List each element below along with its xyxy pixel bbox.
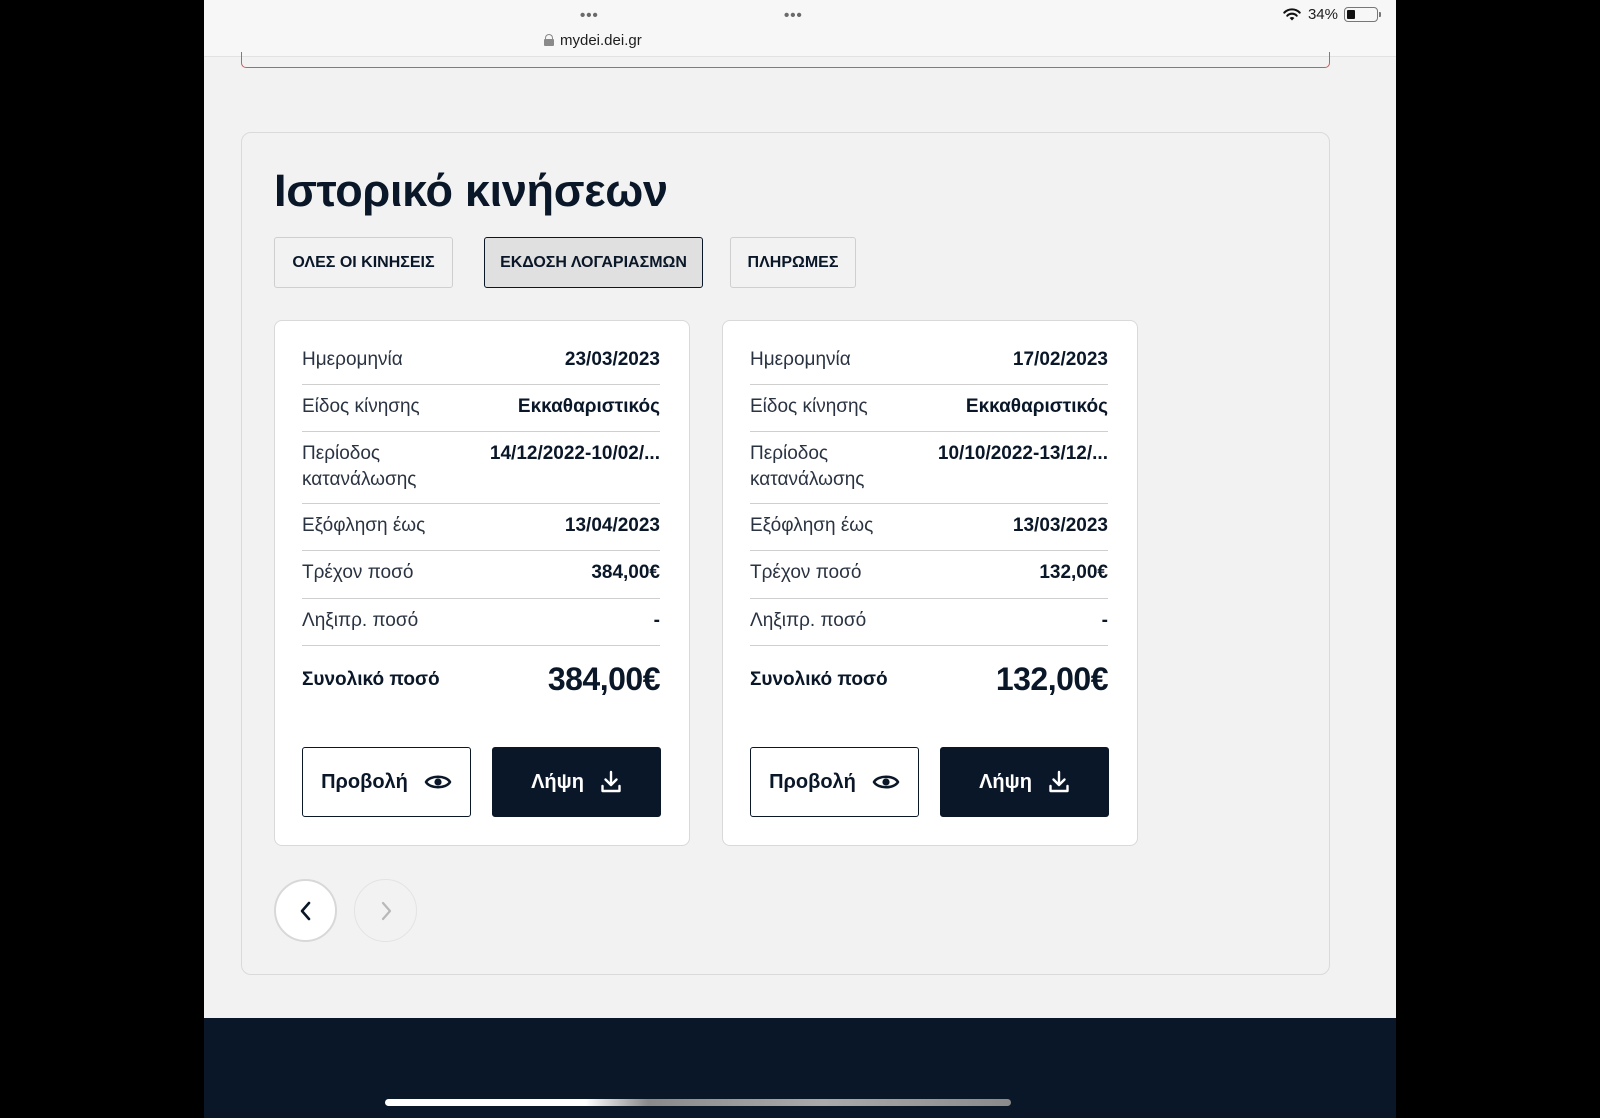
browser-viewport: ••• ••• mydei.dei.gr 34% Ιστορικό κινήσε… <box>204 0 1396 1118</box>
row-total: Συνολικό ποσό 132,00€ <box>750 661 1109 698</box>
download-button-label: Λήψη <box>979 770 1032 793</box>
bill-card: Ημερομηνία 23/03/2023 Είδος κίνησης Εκκα… <box>274 320 690 846</box>
download-icon <box>601 770 621 793</box>
date-label: Ημερομηνία <box>750 349 851 370</box>
current-value: 132,00€ <box>1039 562 1108 583</box>
current-label: Τρέχον ποσό <box>750 562 862 583</box>
due-label: Εξόφληση έως <box>750 515 874 536</box>
current-label: Τρέχον ποσό <box>302 562 414 583</box>
divider <box>750 384 1108 385</box>
battery-icon <box>1344 7 1381 22</box>
type-label: Είδος κίνησης <box>750 396 868 417</box>
transaction-history-panel: Ιστορικό κινήσεων ΟΛΕΣ ΟΙ ΚΙΝΗΣΕΙΣ ΕΚΔΟΣ… <box>241 132 1330 975</box>
alert-box-bottom-edge <box>241 52 1330 68</box>
multitask-dots-icon[interactable]: ••• <box>580 8 599 23</box>
type-value: Εκκαθαριστικός <box>965 396 1108 417</box>
overdue-value: - <box>1101 610 1108 631</box>
row-current: Τρέχον ποσό 384,00€ <box>302 560 660 586</box>
address-bar[interactable]: mydei.dei.gr <box>544 30 642 50</box>
row-total: Συνολικό ποσό 384,00€ <box>302 661 661 698</box>
tab-all-transactions[interactable]: ΟΛΕΣ ΟΙ ΚΙΝΗΣΕΙΣ <box>274 237 453 288</box>
eye-icon <box>872 775 900 789</box>
row-due: Εξόφληση έως 13/04/2023 <box>302 513 660 539</box>
type-value: Εκκαθαριστικός <box>517 396 660 417</box>
divider <box>750 598 1108 599</box>
row-due: Εξόφληση έως 13/03/2023 <box>750 513 1108 539</box>
tab-bill-issuance[interactable]: ΕΚΔΟΣΗ ΛΟΓΑΡΙΑΣΜΩΝ <box>484 237 703 288</box>
period-value: 10/10/2022-13/12/... <box>937 443 1108 464</box>
overdue-value: - <box>653 610 660 631</box>
due-value: 13/03/2023 <box>1012 515 1108 536</box>
row-current: Τρέχον ποσό 132,00€ <box>750 560 1108 586</box>
row-type: Είδος κίνησης Εκκαθαριστικός <box>750 394 1108 420</box>
due-value: 13/04/2023 <box>564 515 660 536</box>
date-label: Ημερομηνία <box>302 349 403 370</box>
view-button-label: Προβολή <box>769 770 856 793</box>
total-value: 132,00€ <box>995 661 1109 697</box>
row-type: Είδος κίνησης Εκκαθαριστικός <box>302 394 660 420</box>
period-value: 14/12/2022-10/02/... <box>489 443 660 464</box>
total-label: Συνολικό ποσό <box>302 668 440 690</box>
date-value: 23/03/2023 <box>564 349 660 370</box>
divider <box>750 645 1108 646</box>
divider <box>302 503 660 504</box>
download-icon <box>1049 770 1069 793</box>
date-value: 17/02/2023 <box>1012 349 1108 370</box>
divider <box>302 645 660 646</box>
divider <box>302 431 660 432</box>
overdue-label: Ληξιπρ. ποσό <box>750 610 867 631</box>
row-date: Ημερομηνία 17/02/2023 <box>750 347 1108 373</box>
period-label: Περίοδος κατανάλωσης <box>750 443 865 490</box>
view-button-label: Προβολή <box>321 770 408 793</box>
browser-top-bar: ••• ••• mydei.dei.gr 34% <box>204 0 1396 57</box>
total-value: 384,00€ <box>547 661 661 697</box>
view-button[interactable]: Προβολή <box>302 747 471 817</box>
total-label: Συνολικό ποσό <box>750 668 888 690</box>
battery-level <box>1347 10 1355 19</box>
download-button[interactable]: Λήψη <box>940 747 1109 817</box>
row-period: Περίοδος κατανάλωσης 10/10/2022-13/12/... <box>750 441 1108 493</box>
battery-percent: 34% <box>1307 6 1338 23</box>
url-text: mydei.dei.gr <box>560 31 642 49</box>
eye-icon <box>424 775 452 789</box>
chevron-left-icon <box>300 901 310 920</box>
download-button[interactable]: Λήψη <box>492 747 661 817</box>
current-value: 384,00€ <box>591 562 660 583</box>
wifi-icon <box>1283 8 1301 21</box>
multitask-dots-icon[interactable]: ••• <box>784 8 803 23</box>
home-indicator[interactable] <box>385 1099 1011 1106</box>
overdue-label: Ληξιπρ. ποσό <box>302 610 419 631</box>
due-label: Εξόφληση έως <box>302 515 426 536</box>
type-label: Είδος κίνησης <box>302 396 420 417</box>
period-label: Περίοδος κατανάλωσης <box>302 443 417 490</box>
divider <box>750 550 1108 551</box>
page-title: Ιστορικό κινήσεων <box>274 165 668 216</box>
row-period: Περίοδος κατανάλωσης 14/12/2022-10/02/... <box>302 441 660 493</box>
next-page-button[interactable] <box>354 879 417 942</box>
row-date: Ημερομηνία 23/03/2023 <box>302 347 660 373</box>
divider <box>302 598 660 599</box>
row-overdue: Ληξιπρ. ποσό - <box>302 608 660 634</box>
lock-icon <box>544 34 554 46</box>
divider <box>302 384 660 385</box>
status-indicators: 34% <box>1282 6 1381 23</box>
tab-payments[interactable]: ΠΛΗΡΩΜΕΣ <box>730 237 856 288</box>
previous-page-button[interactable] <box>274 879 337 942</box>
view-button[interactable]: Προβολή <box>750 747 919 817</box>
bill-card: Ημερομηνία 17/02/2023 Είδος κίνησης Εκκα… <box>722 320 1138 846</box>
download-button-label: Λήψη <box>531 770 584 793</box>
row-overdue: Ληξιπρ. ποσό - <box>750 608 1108 634</box>
divider <box>302 550 660 551</box>
divider <box>750 503 1108 504</box>
chevron-right-icon <box>381 901 391 920</box>
divider <box>750 431 1108 432</box>
